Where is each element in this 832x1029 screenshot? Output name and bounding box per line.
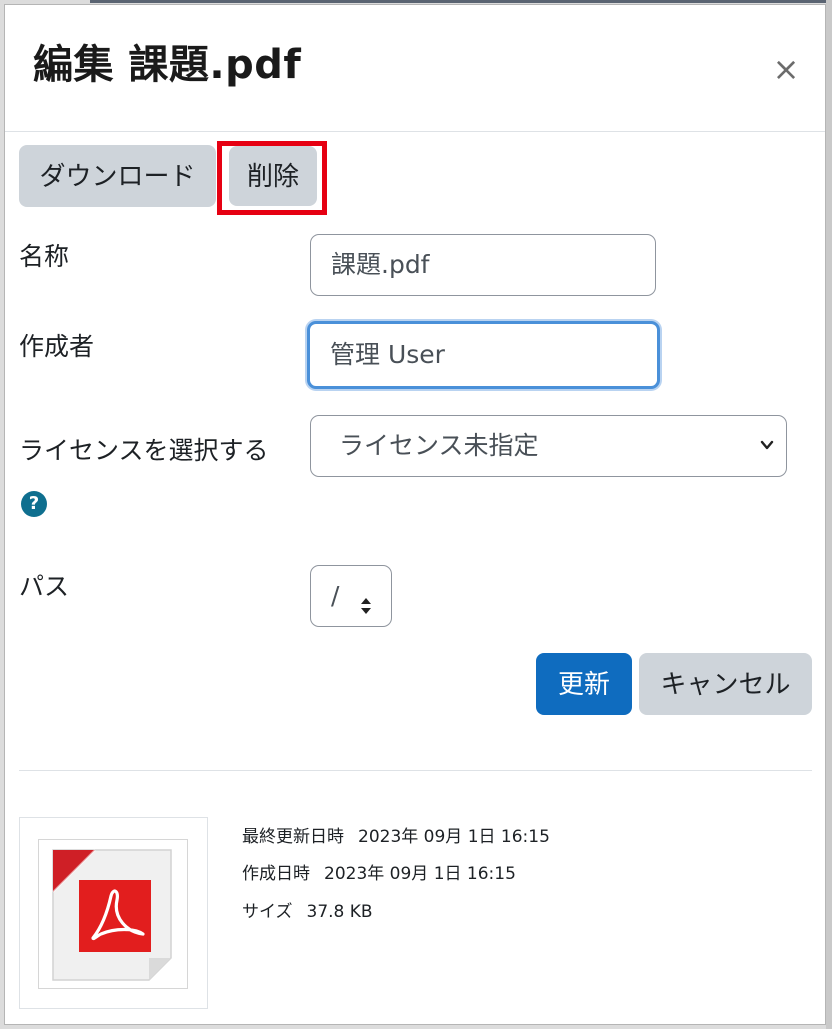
delete-button[interactable]: 削除 — [229, 146, 317, 206]
name-label: 名称 — [19, 242, 70, 271]
license-selected-value: ライセンス未指定 — [339, 431, 539, 460]
chevron-down-icon — [760, 416, 774, 501]
dialog-header: 編集 課題.pdf × — [5, 5, 825, 132]
dialog-title: 編集 課題.pdf — [33, 42, 302, 88]
path-selected-value: / — [331, 581, 340, 610]
size-label: サイズ — [242, 902, 293, 922]
path-label: パス — [19, 572, 70, 601]
file-thumbnail — [19, 817, 208, 1009]
author-label: 作成者 — [19, 332, 95, 361]
created-label: 作成日時 — [242, 864, 310, 884]
modified-value: 2023年 09月 1日 16:15 — [358, 827, 550, 847]
path-select[interactable]: / — [310, 565, 392, 627]
created-value: 2023年 09月 1日 16:15 — [324, 864, 516, 884]
update-button[interactable]: 更新 — [536, 653, 632, 715]
author-input[interactable]: 管理 User — [307, 321, 660, 389]
close-button[interactable]: × — [769, 49, 803, 89]
cancel-button[interactable]: キャンセル — [639, 653, 812, 715]
size-value: 37.8 KB — [306, 902, 373, 922]
updown-arrows-icon — [359, 582, 373, 614]
modified-row: 最終更新日時 2023年 09月 1日 16:15 — [242, 822, 550, 847]
license-label: ライセンスを選択する — [19, 436, 269, 465]
size-row: サイズ 37.8 KB — [242, 897, 373, 922]
thumbnail-frame — [38, 839, 188, 989]
license-select[interactable]: ライセンス未指定 — [310, 415, 787, 477]
help-icon[interactable]: ? — [21, 491, 47, 517]
pdf-file-icon — [52, 849, 172, 981]
created-row: 作成日時 2023年 09月 1日 16:15 — [242, 859, 516, 884]
section-divider — [19, 770, 812, 771]
download-button[interactable]: ダウンロード — [19, 145, 216, 207]
backdrop-top-bar — [90, 0, 832, 3]
modified-label: 最終更新日時 — [242, 827, 344, 847]
edit-file-dialog: 編集 課題.pdf × ダウンロード 削除 名称 課題.pdf 作成者 管理 U… — [4, 4, 826, 1025]
backdrop-right-edge — [826, 0, 832, 1029]
name-input[interactable]: 課題.pdf — [310, 234, 656, 296]
